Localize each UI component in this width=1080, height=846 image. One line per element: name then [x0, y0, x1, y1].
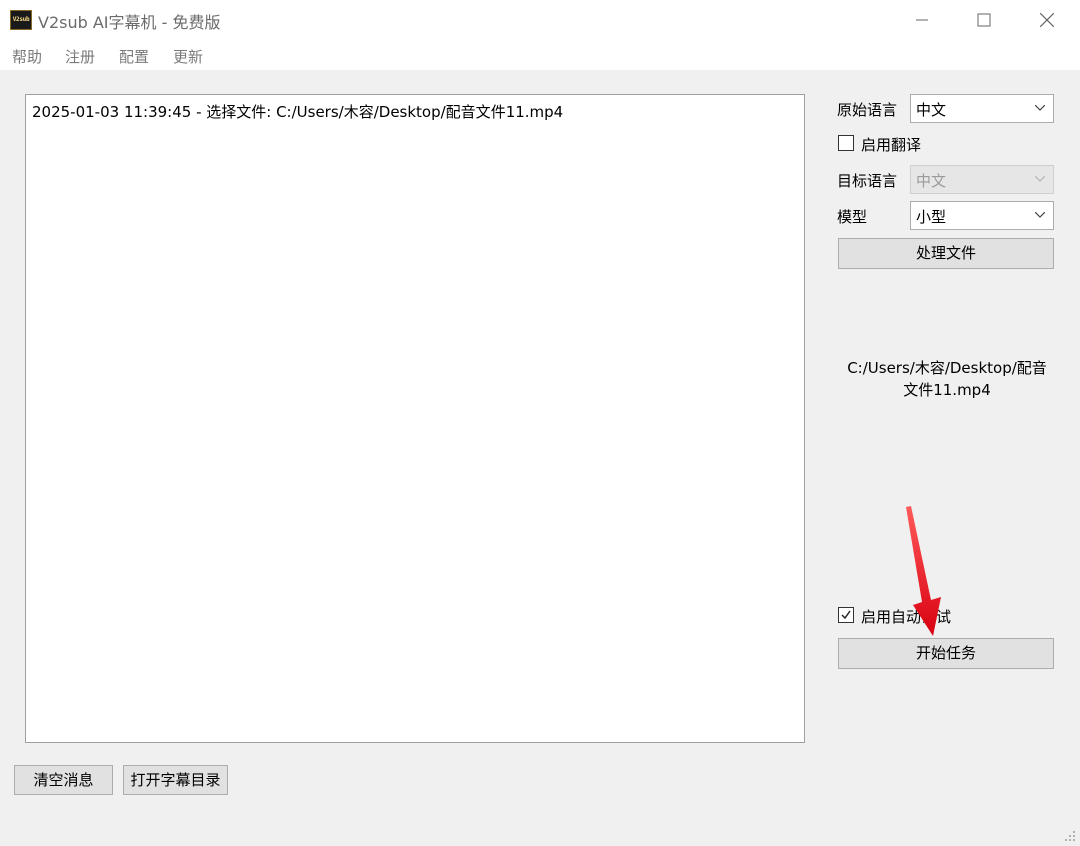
menu-config[interactable]: 配置 — [119, 46, 149, 67]
model-label: 模型 — [837, 208, 868, 226]
close-icon — [1040, 13, 1054, 27]
window-title: V2sub AI字幕机 - 免费版 — [38, 13, 221, 32]
file-path-line: C:/Users/木容/Desktop/配音 — [847, 359, 1047, 377]
app-logo-icon: V2sub — [10, 10, 32, 30]
start-task-button[interactable]: 开始任务 — [838, 638, 1054, 669]
source-language-label: 原始语言 — [837, 101, 898, 119]
resize-grip-icon[interactable] — [1064, 830, 1076, 842]
source-language-value: 中文 — [916, 101, 947, 119]
menu-bar: 帮助 注册 配置 更新 — [0, 40, 1080, 70]
menu-register[interactable]: 注册 — [65, 46, 95, 67]
maximize-icon — [977, 13, 991, 27]
menu-help[interactable]: 帮助 — [12, 46, 42, 67]
model-select[interactable]: 小型 — [910, 201, 1054, 230]
log-textarea[interactable]: 2025-01-03 11:39:45 - 选择文件: C:/Users/木容/… — [25, 94, 805, 743]
chevron-down-icon — [1035, 105, 1045, 111]
target-language-label: 目标语言 — [837, 172, 898, 190]
chevron-down-icon — [1035, 176, 1045, 182]
source-language-select[interactable]: 中文 — [910, 94, 1054, 123]
auto-debug-label: 启用自动调试 — [861, 608, 952, 626]
target-language-select[interactable]: 中文 — [910, 165, 1054, 194]
title-bar[interactable]: V2sub V2sub AI字幕机 - 免费版 — [0, 0, 1080, 40]
selected-file-path: C:/Users/木容/Desktop/配音 文件11.mp4 — [836, 357, 1058, 401]
process-file-button[interactable]: 处理文件 — [838, 238, 1054, 269]
menu-update[interactable]: 更新 — [173, 46, 203, 67]
log-line: 2025-01-03 11:39:45 - 选择文件: C:/Users/木容/… — [32, 103, 564, 121]
checkmark-icon — [841, 610, 851, 620]
close-button[interactable] — [1016, 0, 1078, 40]
minimize-button[interactable] — [891, 0, 953, 40]
enable-translation-label: 启用翻译 — [861, 136, 922, 154]
clear-messages-button[interactable]: 清空消息 — [14, 765, 113, 795]
open-subtitle-dir-button[interactable]: 打开字幕目录 — [123, 765, 228, 795]
file-path-line: 文件11.mp4 — [903, 381, 991, 399]
enable-translation-checkbox[interactable] — [838, 135, 854, 151]
minimize-icon — [916, 19, 928, 21]
maximize-button[interactable] — [953, 0, 1015, 40]
auto-debug-checkbox[interactable] — [838, 607, 854, 623]
model-value: 小型 — [916, 208, 947, 226]
target-language-value: 中文 — [916, 172, 947, 190]
chevron-down-icon — [1035, 212, 1045, 218]
